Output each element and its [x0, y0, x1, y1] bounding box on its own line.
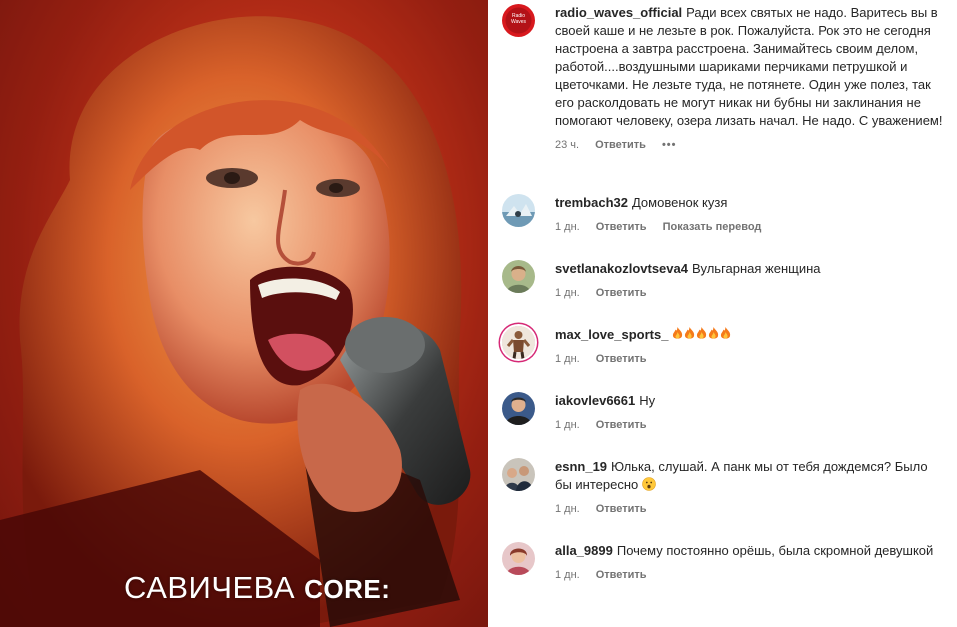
trembach-avatar[interactable]	[502, 194, 535, 227]
post-media[interactable]: САВИЧЕВА CORE:	[0, 0, 488, 627]
comment-username[interactable]: iakovlev6661	[555, 393, 635, 408]
surprised-face-icon	[642, 477, 656, 491]
comment-body: esnn_19 Юлька, слушай. А панк мы от тебя …	[555, 458, 947, 516]
comment-body: alla_9899 Почему постоянно орёшь, была ск…	[555, 542, 947, 582]
comment-text: Юлька, слушай. А панк мы от тебя дождемс…	[555, 459, 928, 492]
max-love-sports-avatar[interactable]	[502, 326, 535, 359]
comment-meta: 1 дн. Ответить	[555, 418, 947, 432]
reply-button[interactable]: Ответить	[596, 353, 647, 365]
comment-text: Ну	[639, 393, 656, 408]
comment-meta: 23 ч. Ответить •••	[555, 138, 947, 152]
comment-time[interactable]: 1 дн.	[555, 287, 580, 299]
portrait-avatar-icon	[502, 260, 535, 293]
comment-text: Вульгарная женщина	[691, 261, 821, 276]
reply-button[interactable]: Ответить	[596, 287, 647, 299]
reply-button[interactable]: Ответить	[595, 139, 646, 151]
show-translation-button[interactable]: Показать перевод	[663, 221, 762, 233]
esnn-avatar[interactable]	[502, 458, 535, 491]
reply-button[interactable]: Ответить	[596, 503, 647, 515]
reply-button[interactable]: Ответить	[596, 569, 647, 581]
comment-body: radio_waves_official Ради всех святых не …	[555, 4, 947, 152]
fire-icon	[721, 327, 731, 339]
comment-username[interactable]: alla_9899	[555, 543, 613, 558]
alla-avatar[interactable]	[502, 542, 535, 575]
fire-icon	[697, 327, 707, 339]
reply-button[interactable]: Ответить	[596, 221, 647, 233]
comment-time[interactable]: 1 дн.	[555, 503, 580, 515]
comment-meta: 1 дн. Ответить	[555, 502, 947, 516]
svetlana-avatar[interactable]	[502, 260, 535, 293]
comment-meta: 1 дн. Ответить	[555, 352, 947, 366]
performer-photo	[0, 0, 488, 627]
comment-meta: 1 дн. Ответить	[555, 286, 947, 300]
comment-body: iakovlev6661 Ну 1 дн. Ответить	[555, 392, 947, 432]
landscape-avatar-icon	[502, 194, 535, 227]
comment-username[interactable]: svetlanakozlovtseva4	[555, 261, 688, 276]
fire-icon	[673, 327, 683, 339]
fire-icon	[709, 327, 719, 339]
comment-username[interactable]: max_love_sports_	[555, 327, 668, 342]
more-options-icon[interactable]: •••	[662, 139, 677, 151]
fire-emoji-group	[672, 327, 732, 342]
comment-username[interactable]: esnn_19	[555, 459, 607, 474]
comment-time[interactable]: 23 ч.	[555, 139, 579, 151]
iakovlev-avatar[interactable]	[502, 392, 535, 425]
comment-time[interactable]: 1 дн.	[555, 569, 580, 581]
comment-time[interactable]: 1 дн.	[555, 353, 580, 365]
radio-waves-logo-icon: Radio Waves	[502, 4, 535, 37]
comment-time[interactable]: 1 дн.	[555, 221, 580, 233]
comment-text: Ради всех святых не надо. Варитесь вы в …	[555, 5, 943, 128]
radio-waves-avatar[interactable]: Radio Waves	[502, 4, 535, 37]
svg-text:Waves: Waves	[511, 19, 527, 25]
man-avatar-icon	[502, 392, 535, 425]
media-caption: САВИЧЕВА CORE:	[124, 570, 390, 606]
comment-username[interactable]: trembach32	[555, 195, 628, 210]
comment-meta: 1 дн. Ответить Показать перевод	[555, 220, 947, 234]
comment-body: trembach32 Домовенок кузя 1 дн. Ответить По…	[555, 194, 947, 234]
woman-avatar-icon	[502, 542, 535, 575]
group-avatar-icon	[502, 458, 535, 491]
comment-body: max_love_sports_ 1 дн. Ответить	[555, 326, 947, 366]
comment-username[interactable]: radio_waves_official	[555, 5, 682, 20]
caption-main: САВИЧЕВА	[124, 570, 296, 605]
comment-time[interactable]: 1 дн.	[555, 419, 580, 431]
athlete-avatar-icon	[502, 326, 535, 359]
comment-meta: 1 дн. Ответить	[555, 568, 947, 582]
comment-text: Домовенок кузя	[631, 195, 728, 210]
fire-icon	[685, 327, 695, 339]
reply-button[interactable]: Ответить	[596, 419, 647, 431]
comment-body: svetlanakozlovtseva4 Вульгарная женщина 1…	[555, 260, 947, 300]
comment-text: Почему постоянно орёшь, была скромной де…	[616, 543, 934, 558]
comments-panel[interactable]: Radio Waves radio_waves_official Ради все…	[488, 0, 957, 627]
caption-suffix: CORE:	[304, 574, 391, 604]
